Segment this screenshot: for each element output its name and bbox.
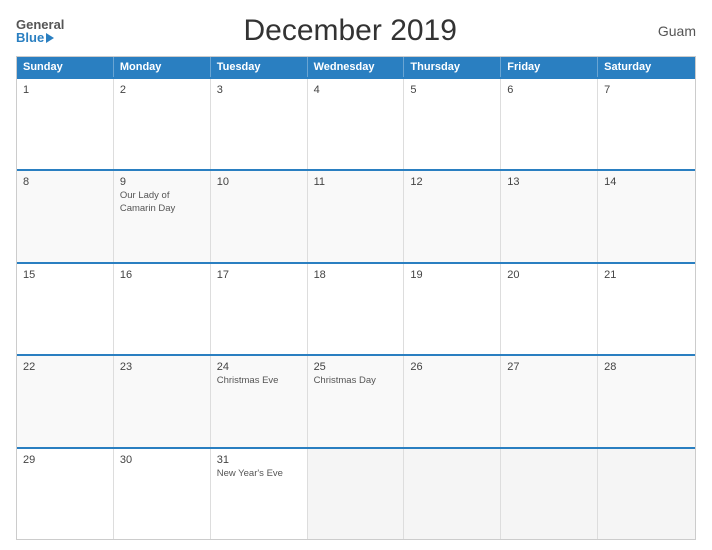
cell-date-number: 3 (217, 84, 301, 96)
calendar-cell: 13 (501, 171, 598, 261)
calendar-cell: 6 (501, 79, 598, 169)
cell-date-number: 24 (217, 361, 301, 373)
week-row-3: 15 16 17 18 19 20 21 (17, 262, 695, 354)
header: General Blue December 2019 Guam (16, 14, 696, 48)
cell-event-label: Our Lady of Camarin Day (120, 190, 204, 215)
logo-triangle-icon (46, 33, 54, 43)
calendar-cell: 14 (598, 171, 695, 261)
calendar-cell: 15 (17, 264, 114, 354)
calendar-cell: 7 (598, 79, 695, 169)
cell-date-number: 20 (507, 269, 591, 281)
calendar-cell (404, 449, 501, 539)
cell-date-number: 15 (23, 269, 107, 281)
cell-date-number: 5 (410, 84, 494, 96)
calendar-cell: 4 (308, 79, 405, 169)
cell-date-number: 25 (314, 361, 398, 373)
cell-date-number: 14 (604, 176, 689, 188)
calendar-cell: 11 (308, 171, 405, 261)
cell-event-label: Christmas Eve (217, 375, 301, 387)
calendar-cell: 29 (17, 449, 114, 539)
day-friday: Friday (501, 57, 598, 77)
calendar-cell: 2 (114, 79, 211, 169)
cell-date-number: 2 (120, 84, 204, 96)
calendar-cell: 30 (114, 449, 211, 539)
calendar-cell (501, 449, 598, 539)
cell-date-number: 6 (507, 84, 591, 96)
cell-date-number: 13 (507, 176, 591, 188)
day-thursday: Thursday (404, 57, 501, 77)
calendar-cell: 1 (17, 79, 114, 169)
day-sunday: Sunday (17, 57, 114, 77)
calendar-title: December 2019 (64, 14, 636, 48)
cell-date-number: 23 (120, 361, 204, 373)
logo: General Blue (16, 18, 64, 44)
calendar-cell: 16 (114, 264, 211, 354)
day-saturday: Saturday (598, 57, 695, 77)
calendar-cell: 22 (17, 356, 114, 446)
calendar-cell: 31 New Year's Eve (211, 449, 308, 539)
cell-date-number: 7 (604, 84, 689, 96)
cell-date-number: 18 (314, 269, 398, 281)
calendar-cell: 17 (211, 264, 308, 354)
week-row-1: 1 2 3 45 6 7 (17, 77, 695, 169)
cell-date-number: 11 (314, 176, 398, 188)
cell-date-number: 29 (23, 454, 107, 466)
cell-date-number: 1 (23, 84, 107, 96)
calendar-cell: 20 (501, 264, 598, 354)
logo-blue-row: Blue (16, 31, 54, 44)
cell-date-number: 22 (23, 361, 107, 373)
cell-event-label: New Year's Eve (217, 468, 301, 480)
cell-date-number: 10 (217, 176, 301, 188)
calendar-cell: 19 (404, 264, 501, 354)
cell-event-label: Christmas Day (314, 375, 398, 387)
cell-date-number: 17 (217, 269, 301, 281)
weeks-container: 123456789Our Lady of Camarin Day10111213… (17, 77, 695, 539)
calendar-cell (308, 449, 405, 539)
cell-date-number: 19 (410, 269, 494, 281)
calendar-page: General Blue December 2019 Guam Sunday M… (0, 0, 712, 550)
week-row-5: 29 30 31 New Year's Eve (17, 447, 695, 539)
logo-blue-text: Blue (16, 31, 44, 44)
calendar-cell: 8 (17, 171, 114, 261)
country-label: Guam (636, 23, 696, 39)
day-tuesday: Tuesday (211, 57, 308, 77)
calendar-cell: 5 (404, 79, 501, 169)
calendar-cell: 18 (308, 264, 405, 354)
cell-date-number: 16 (120, 269, 204, 281)
cell-date-number: 31 (217, 454, 301, 466)
calendar-cell: 9 Our Lady of Camarin Day (114, 171, 211, 261)
week-row-4: 22 23 24 Christmas Eve 25 Christmas Day 26 27 28 (17, 354, 695, 446)
week-row-2: 8 9 Our Lady of Camarin Day 10 11 12 13 14 (17, 169, 695, 261)
cell-date-number: 27 (507, 361, 591, 373)
cell-date-number: 30 (120, 454, 204, 466)
calendar-cell: 28 (598, 356, 695, 446)
calendar-cell: 27 (501, 356, 598, 446)
cell-date-number: 28 (604, 361, 689, 373)
calendar-cell: 3 (211, 79, 308, 169)
cell-date-number: 4 (314, 84, 398, 96)
calendar-grid: Sunday Monday Tuesday Wednesday Thursday… (16, 56, 696, 540)
days-header: Sunday Monday Tuesday Wednesday Thursday… (17, 57, 695, 77)
cell-date-number: 26 (410, 361, 494, 373)
cell-date-number: 21 (604, 269, 689, 281)
calendar-cell: 26 (404, 356, 501, 446)
cell-date-number: 12 (410, 176, 494, 188)
calendar-cell (598, 449, 695, 539)
calendar-cell: 21 (598, 264, 695, 354)
cell-date-number: 9 (120, 176, 204, 188)
day-monday: Monday (114, 57, 211, 77)
calendar-cell: 25 Christmas Day (308, 356, 405, 446)
calendar-cell: 10 (211, 171, 308, 261)
calendar-cell: 12 (404, 171, 501, 261)
calendar-cell: 24 Christmas Eve (211, 356, 308, 446)
calendar-cell: 23 (114, 356, 211, 446)
cell-date-number: 8 (23, 176, 107, 188)
day-wednesday: Wednesday (308, 57, 405, 77)
